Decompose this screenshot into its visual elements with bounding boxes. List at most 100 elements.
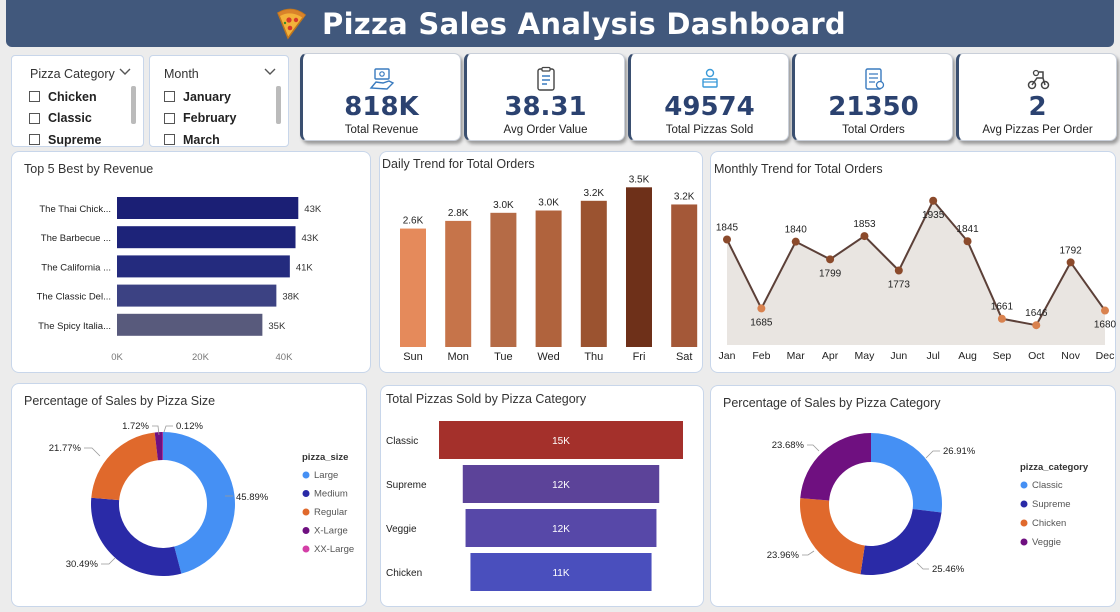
bar <box>445 220 472 347</box>
data-label: 1646 <box>1025 308 1048 319</box>
kpi-value: 2 <box>1028 92 1047 122</box>
x-tick-label: Jul <box>926 350 939 362</box>
x-tick-label: Sat <box>676 351 693 363</box>
data-label: 1840 <box>785 225 808 236</box>
kpi-avg-pizzas-per-order: 2 Avg Pizzas Per Order <box>956 53 1117 141</box>
legend-swatch <box>302 471 310 479</box>
page-title: Pizza Sales Analysis Dashboard <box>322 6 846 41</box>
x-tick-label: Nov <box>1061 350 1080 362</box>
data-point <box>757 304 766 313</box>
data-label: 43K <box>304 204 322 215</box>
legend-item: Veggie <box>1032 537 1061 548</box>
category-label: The Barbecue ... <box>41 233 111 244</box>
legend-swatch <box>302 508 310 516</box>
data-label: 21.77% <box>49 443 82 454</box>
kpi-label: Total Pizzas Sold <box>665 124 754 136</box>
legend-title: pizza_size <box>302 452 348 463</box>
x-tick-label: Sep <box>993 350 1012 362</box>
slicer-item-chicken[interactable]: Chicken <box>29 86 102 108</box>
x-tick-label: Feb <box>752 350 770 362</box>
data-point <box>826 255 835 264</box>
leader-line <box>84 447 101 457</box>
pie-slice <box>800 498 865 575</box>
data-label: 25.46% <box>932 564 965 575</box>
leader-line <box>101 557 116 565</box>
slicer-item-february[interactable]: February <box>164 108 237 130</box>
kpi-total-orders: 21350 Total Orders <box>792 53 953 141</box>
delivery-icon <box>701 68 718 88</box>
bar <box>490 212 517 347</box>
data-label: 1792 <box>1060 245 1083 256</box>
checkbox[interactable] <box>29 112 40 124</box>
data-label: 3.2K <box>584 188 605 199</box>
pie-slice <box>91 432 158 501</box>
data-point <box>963 237 972 246</box>
kpi-value: 21350 <box>828 92 919 122</box>
data-label: 1661 <box>991 302 1014 313</box>
legend-item: Classic <box>1032 480 1063 491</box>
kpi-total-pizzas-sold: 49574 Total Pizzas Sold <box>628 53 789 141</box>
x-tick-label: Mar <box>787 350 806 362</box>
x-tick-label: Jun <box>890 350 907 362</box>
slicer-item-supreme[interactable]: Supreme <box>29 129 102 151</box>
leader-line <box>925 450 940 459</box>
data-label: 1853 <box>853 219 876 230</box>
kpi-value: 49574 <box>664 92 755 122</box>
data-label: 30.49% <box>66 559 99 570</box>
checkbox[interactable] <box>164 112 175 124</box>
card-sales-by-category: Percentage of Sales by Pizza Category 26… <box>710 385 1116 607</box>
kpi-value: 818K <box>344 92 419 122</box>
data-label: 43K <box>302 233 320 244</box>
slicer-month[interactable]: Month January February March <box>149 55 289 147</box>
data-label: 23.68% <box>772 440 805 451</box>
data-label: 11K <box>552 568 569 579</box>
legend-swatch <box>1020 519 1028 527</box>
checkbox[interactable] <box>29 91 40 103</box>
legend-item: Medium <box>314 489 348 500</box>
data-label: 1685 <box>750 317 773 328</box>
legend-item: Supreme <box>1032 499 1071 510</box>
slicer-item-january[interactable]: January <box>164 86 237 108</box>
checkbox[interactable] <box>164 91 175 103</box>
dashboard-header: Pizza Sales Analysis Dashboard <box>6 0 1114 47</box>
receipt-icon <box>536 66 555 91</box>
x-tick-label: Tue <box>494 351 513 363</box>
bar <box>117 255 290 278</box>
data-point <box>894 266 903 275</box>
legend-swatch <box>1020 538 1028 546</box>
leader-line <box>807 444 820 452</box>
x-tick-label: 20K <box>192 352 210 363</box>
chevron-down-icon[interactable] <box>119 68 131 76</box>
scrollbar[interactable] <box>131 86 136 124</box>
x-tick-label: Sun <box>403 351 423 363</box>
slicer-item-classic[interactable]: Classic <box>29 108 102 130</box>
leader-line <box>163 425 173 433</box>
checkbox[interactable] <box>164 134 175 146</box>
slicer-item-march[interactable]: March <box>164 129 237 151</box>
legend-swatch <box>1020 481 1028 489</box>
data-label: 3.0K <box>493 200 514 211</box>
data-label: 23.96% <box>767 550 800 561</box>
bar <box>400 228 426 347</box>
category-label: The California ... <box>41 262 111 273</box>
slicer-pizza-category[interactable]: Pizza Category Chicken Classic Supreme <box>11 55 144 147</box>
data-point <box>929 196 938 205</box>
scrollbar[interactable] <box>276 86 281 124</box>
chevron-down-icon[interactable] <box>264 68 276 76</box>
data-label: 35K <box>268 321 286 332</box>
bar <box>580 200 607 347</box>
leader-line <box>802 550 815 556</box>
category-label: Chicken <box>386 568 422 579</box>
money-hand-icon <box>369 68 394 90</box>
x-tick-label: May <box>855 350 876 362</box>
x-tick-label: Mon <box>447 351 468 363</box>
x-tick-label: 40K <box>276 352 294 363</box>
category-label: Supreme <box>386 480 427 491</box>
legend-item: Large <box>314 470 338 481</box>
x-tick-label: Apr <box>822 350 839 362</box>
legend-title: pizza_category <box>1020 462 1089 473</box>
data-label: 0.12% <box>176 421 203 432</box>
data-label: 12K <box>552 524 570 535</box>
checkbox[interactable] <box>29 134 40 146</box>
kpi-label: Total Orders <box>842 124 905 136</box>
